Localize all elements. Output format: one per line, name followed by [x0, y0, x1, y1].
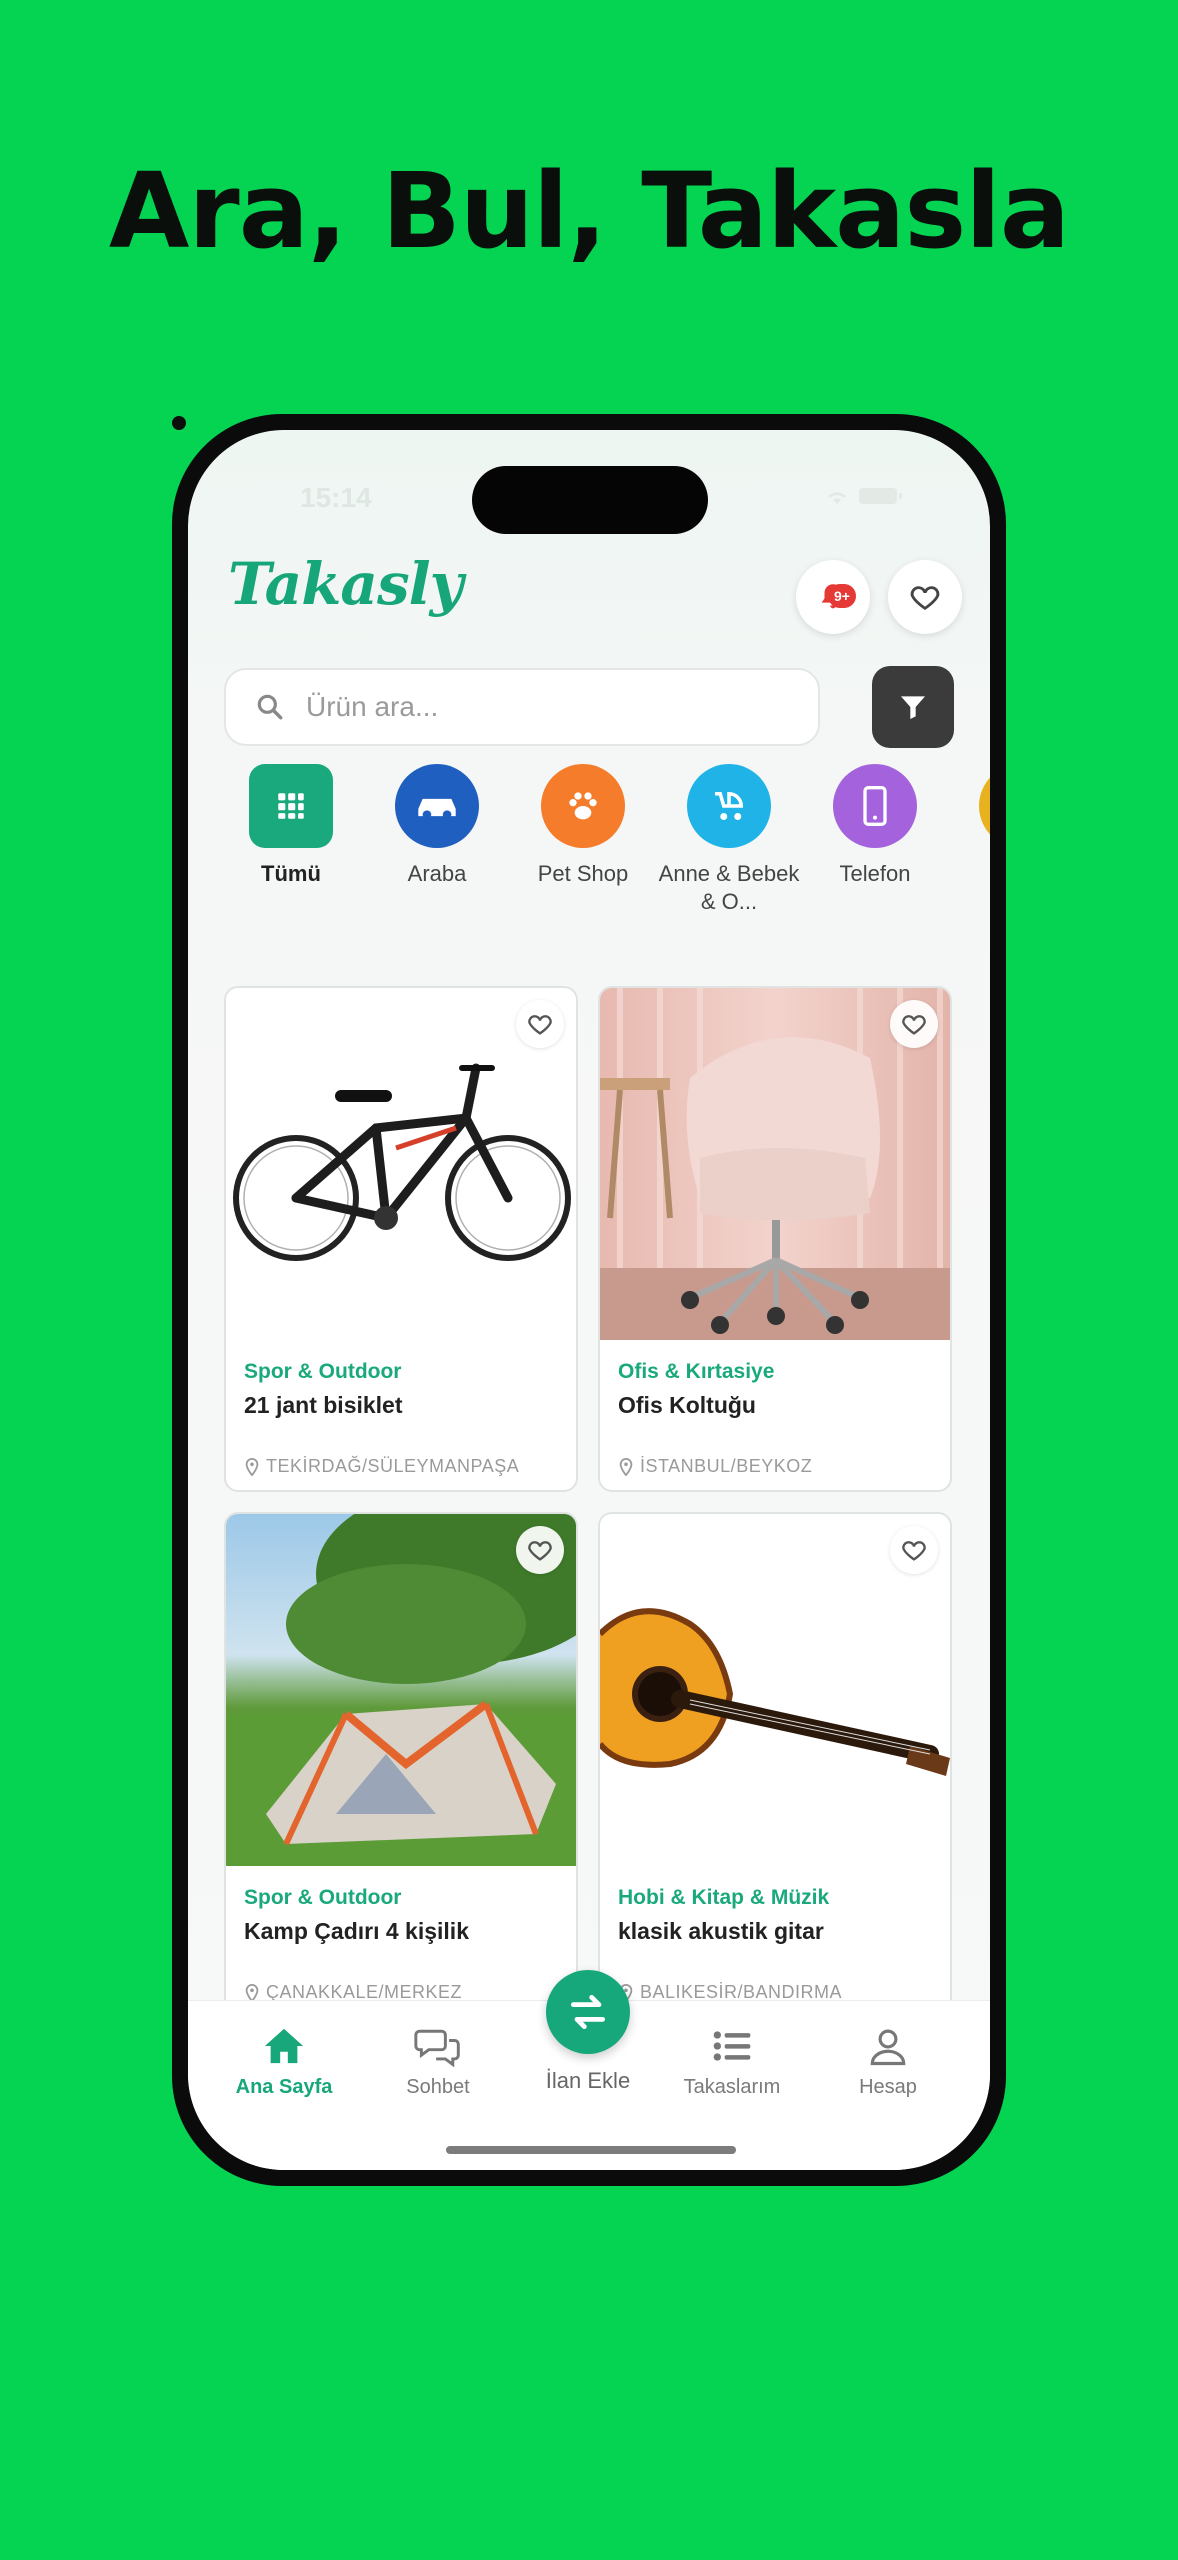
favorite-button[interactable] [516, 1526, 564, 1574]
add-listing-button[interactable] [546, 1970, 630, 2054]
status-time: 15:14 [300, 482, 372, 513]
category-label: Telefon [839, 861, 911, 886]
tab-label: Hesap [859, 2076, 917, 2098]
favorite-button[interactable] [516, 1000, 564, 1048]
product-category: Spor & Outdoor [244, 1360, 402, 1383]
category-label: Araba [407, 861, 467, 886]
heart-icon [902, 1541, 926, 1561]
tab-label: Sohbet [406, 2076, 470, 2098]
tab-chat[interactable]: Sohbet [368, 2025, 508, 2099]
app-logo[interactable]: Takasly [228, 550, 463, 618]
location-pin-icon [619, 1457, 633, 1476]
product-card[interactable]: Spor & Outdoor 21 jant bisiklet TEKİRDAĞ… [224, 986, 578, 1492]
product-card[interactable]: Ofis & Kırtasiye Ofis Koltuğu İSTANBUL/B… [598, 986, 952, 1492]
category-item-all[interactable]: Tümü [216, 764, 366, 888]
wifi-icon [827, 492, 846, 504]
battery-icon [859, 488, 902, 504]
notifications-button[interactable]: 9+ [796, 560, 870, 634]
favorite-button[interactable] [890, 1526, 938, 1574]
add-listing-label: İlan Ekle [545, 2068, 631, 2093]
heart-icon [910, 586, 940, 611]
list-icon [713, 2031, 751, 2061]
tab-account[interactable]: Hesap [818, 2025, 958, 2099]
product-title: Kamp Çadırı 4 kişilik [244, 1918, 469, 1944]
product-location: İSTANBUL/BEYKOZ [618, 1456, 812, 1477]
category-item-car[interactable]: Araba [362, 764, 512, 888]
user-icon [870, 2029, 906, 2066]
grid-icon [249, 764, 333, 848]
filter-button[interactable] [872, 666, 954, 748]
product-category: Ofis & Kırtasiye [618, 1360, 775, 1383]
chat-icon [414, 2029, 460, 2068]
category-row: Tümü Araba Pet Shop Anne & Bebek & O... [188, 764, 990, 924]
tab-home[interactable]: Ana Sayfa [214, 2025, 354, 2099]
product-title: 21 jant bisiklet [244, 1392, 403, 1418]
favorites-button[interactable] [888, 560, 962, 634]
category-label: Pet Shop [537, 861, 629, 886]
location-text: TEKİRDAĞ/SÜLEYMANPAŞA [266, 1456, 520, 1476]
filter-icon [901, 696, 925, 719]
tab-label: Ana Sayfa [235, 2076, 333, 2098]
search-bar[interactable] [224, 668, 820, 746]
location-text: İSTANBUL/BEYKOZ [640, 1456, 813, 1476]
product-card[interactable]: Spor & Outdoor Kamp Çadırı 4 kişilik ÇAN… [224, 1512, 578, 2018]
dynamic-island [472, 466, 708, 534]
stroller-icon [687, 764, 771, 848]
location-pin-icon [245, 1983, 259, 2002]
phone-icon [833, 764, 917, 848]
paw-icon [541, 764, 625, 848]
category-item-baby[interactable]: Anne & Bebek & O... [654, 764, 804, 916]
product-title: klasik akustik gitar [618, 1918, 824, 1944]
heart-icon [528, 1541, 552, 1561]
product-card[interactable]: Hobi & Kitap & Müzik klasik akustik gita… [598, 1512, 952, 2018]
camera-dot [172, 416, 186, 430]
location-pin-icon [245, 1457, 259, 1476]
category-icon [979, 764, 990, 848]
phone-frame: 15:14 Takasly 9+ Tümü [172, 414, 1006, 2186]
heart-icon [528, 1015, 552, 1035]
category-item-phone[interactable]: Telefon [800, 764, 950, 888]
product-category: Hobi & Kitap & Müzik [618, 1886, 830, 1909]
heart-icon [902, 1015, 926, 1035]
category-label: Tümü [261, 861, 321, 886]
favorite-button[interactable] [890, 1000, 938, 1048]
headline: Ara, Bul, Takasla [108, 150, 1070, 272]
home-indicator [446, 2146, 736, 2154]
search-icon [257, 694, 283, 720]
product-category: Spor & Outdoor [244, 1886, 402, 1909]
product-location: TEKİRDAĞ/SÜLEYMANPAŞA [244, 1456, 519, 1477]
car-icon [395, 764, 479, 848]
status-icons [822, 486, 904, 512]
search-input[interactable] [304, 690, 788, 724]
product-title: Ofis Koltuğu [618, 1392, 756, 1418]
category-item-pet-shop[interactable]: Pet Shop [508, 764, 658, 888]
phone-screen: 15:14 Takasly 9+ Tümü [188, 430, 990, 2170]
notification-badge: 9+ [828, 584, 856, 608]
home-icon [264, 2028, 304, 2064]
category-label: Anne & Bebek & O... [658, 861, 800, 914]
swap-icon [570, 1994, 606, 2030]
category-item-partial[interactable] [946, 764, 990, 848]
